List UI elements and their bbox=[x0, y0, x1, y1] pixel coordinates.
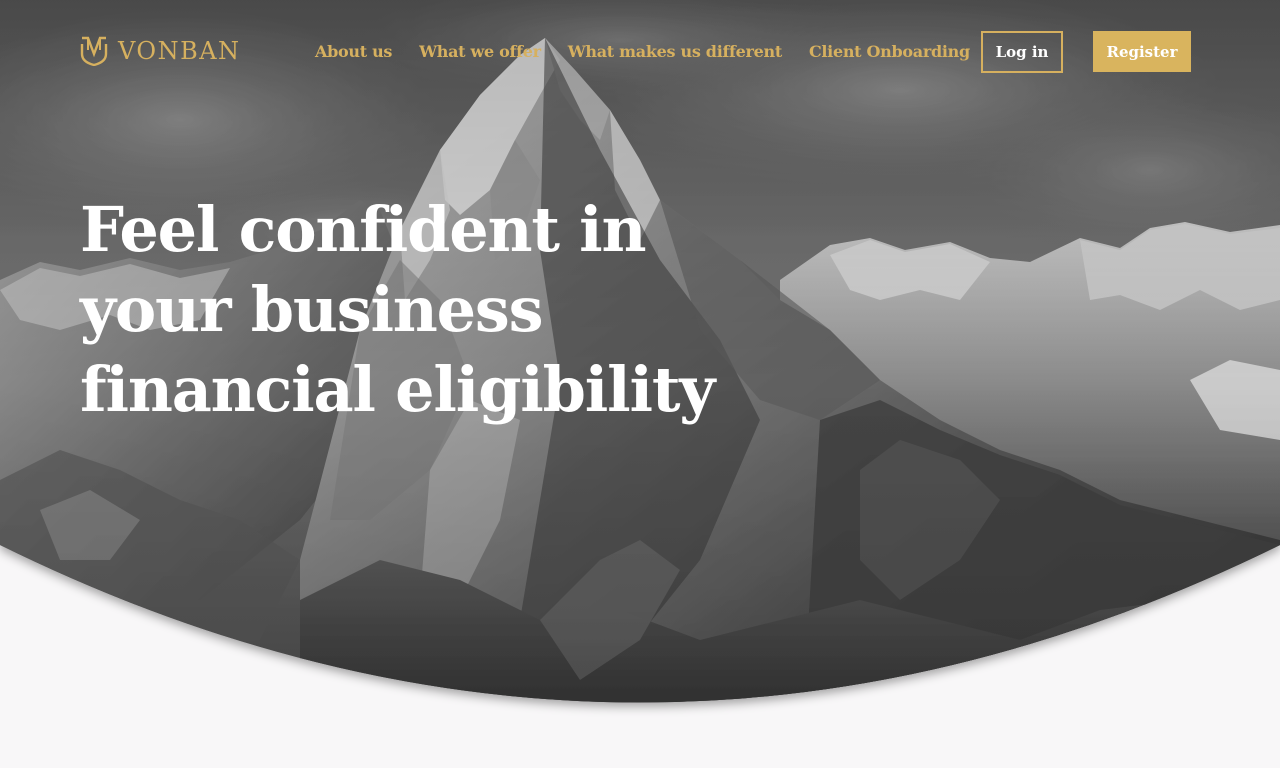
main-nav: About us What we offer What makes us dif… bbox=[315, 39, 970, 63]
hero-headline: Feel confident in your business financia… bbox=[80, 190, 720, 430]
landing-page: VONBAN About us What we offer What makes… bbox=[0, 0, 1280, 768]
nav-link-what-makes-us-different[interactable]: What makes us different bbox=[568, 42, 783, 61]
register-button[interactable]: Register bbox=[1093, 31, 1191, 72]
login-button[interactable]: Log in bbox=[981, 31, 1063, 73]
hero-headline-line-3: financial eligibility bbox=[80, 353, 715, 426]
brand-logo[interactable]: VONBAN bbox=[80, 35, 241, 67]
hero-headline-line-1: Feel confident in bbox=[80, 193, 647, 266]
nav-link-about-us[interactable]: About us bbox=[315, 42, 392, 61]
hero-headline-line-2: your business bbox=[80, 273, 544, 346]
vonban-shield-logo-icon bbox=[80, 36, 108, 66]
brand-name: VONBAN bbox=[118, 37, 241, 65]
site-header: VONBAN About us What we offer What makes… bbox=[0, 0, 1280, 100]
nav-link-what-we-offer[interactable]: What we offer bbox=[419, 42, 541, 61]
nav-link-client-onboarding[interactable]: Client Onboarding bbox=[809, 42, 970, 61]
